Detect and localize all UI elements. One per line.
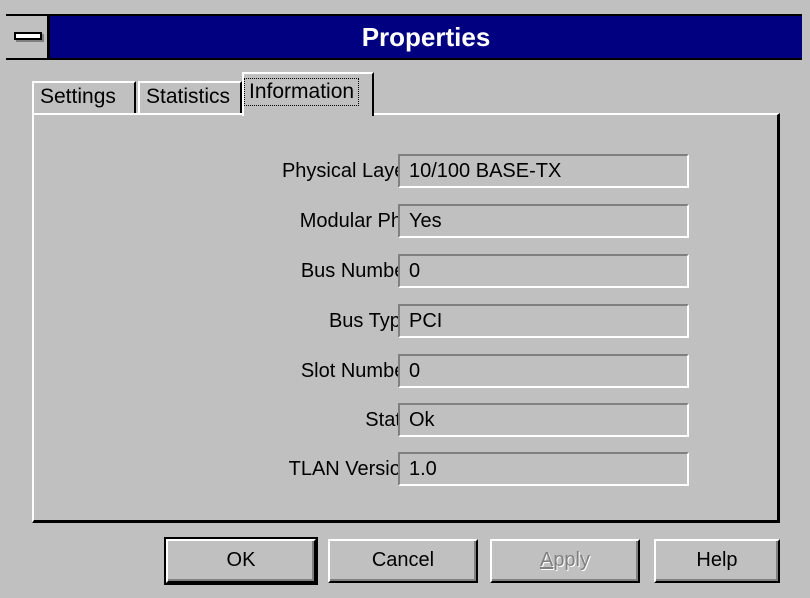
slot-number-label: Slot Number: [300, 360, 412, 382]
info-row-state: State Ok: [34, 403, 782, 437]
tab-settings[interactable]: Settings: [32, 81, 136, 113]
info-row-physical-layer: Physical Layer 10/100 BASE-TX: [34, 154, 782, 188]
title-bar[interactable]: Properties: [6, 14, 802, 60]
info-row-bus-number: Bus Number 0: [34, 254, 782, 288]
slot-number-field: 0: [398, 354, 689, 388]
tab-settings-label: Settings: [40, 85, 116, 108]
tab-information[interactable]: Information: [242, 72, 374, 116]
info-row-modular-phy: Modular Phy Yes: [34, 204, 782, 238]
help-button[interactable]: Help: [654, 539, 780, 583]
properties-dialog: Properties Settings Statistics Informati…: [0, 0, 810, 598]
bus-number-label: Bus Number: [300, 260, 412, 282]
modular-phy-field: Yes: [398, 204, 689, 238]
tab-statistics[interactable]: Statistics: [138, 81, 242, 113]
information-panel: Physical Layer 10/100 BASE-TX Modular Ph…: [32, 113, 780, 523]
tlan-version-field: 1.0: [398, 452, 689, 486]
system-menu-icon: [14, 32, 42, 40]
bus-number-field: 0: [398, 254, 689, 288]
tlan-version-label: TLAN Version: [288, 458, 412, 480]
tab-information-label: Information: [244, 78, 360, 106]
info-row-bus-type: Bus Type PCI: [34, 304, 782, 338]
window-title: Properties: [361, 22, 491, 52]
bus-type-field: PCI: [398, 304, 689, 338]
ok-button[interactable]: OK: [164, 537, 318, 585]
apply-label-rest: pply: [553, 549, 591, 571]
physical-layer-label: Physical Layer: [281, 160, 412, 182]
physical-layer-field: 10/100 BASE-TX: [398, 154, 689, 188]
state-field: Ok: [398, 403, 689, 437]
cancel-button[interactable]: Cancel: [328, 539, 478, 583]
apply-button[interactable]: Apply: [490, 539, 640, 583]
system-menu-button[interactable]: [6, 16, 50, 58]
info-row-tlan-version: TLAN Version 1.0: [34, 452, 782, 486]
apply-mnemonic: A: [539, 549, 554, 571]
modular-phy-label: Modular Phy: [299, 210, 412, 232]
tab-statistics-label: Statistics: [146, 85, 231, 108]
info-row-slot-number: Slot Number 0: [34, 354, 782, 388]
